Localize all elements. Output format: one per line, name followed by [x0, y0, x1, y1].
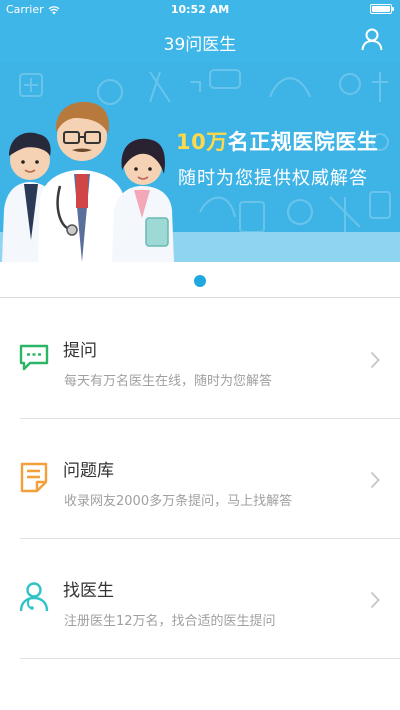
divider	[20, 658, 400, 659]
menu-item-question-bank[interactable]: 问题库 收录网友2000多万条提问，马上找解答	[0, 419, 400, 539]
menu-item-title: 问题库	[63, 461, 114, 481]
doctor-icon	[19, 582, 49, 612]
battery-icon	[370, 4, 394, 14]
status-time: 10:52 AM	[170, 3, 230, 16]
doctors-illustration	[2, 101, 174, 262]
chat-icon	[19, 344, 49, 371]
page-indicator	[0, 262, 400, 298]
menu-item-desc: 每天有万名医生在线，随时为您解答	[64, 374, 273, 389]
menu-item-desc: 注册医生12万名，找合适的医生提问	[64, 614, 276, 629]
menu-item-find-doctor[interactable]: 找医生 注册医生12万名，找合适的医生提问	[0, 539, 400, 659]
document-icon	[20, 462, 48, 493]
banner-headline-number: 10万	[176, 130, 228, 154]
header: Carrier 10:52 AM 39问医生	[0, 0, 400, 62]
page-dot-active[interactable]	[194, 275, 206, 287]
menu-item-title: 提问	[63, 341, 97, 361]
menu-item-ask[interactable]: 提问 每天有万名医生在线，随时为您解答	[0, 299, 400, 419]
user-icon[interactable]	[360, 27, 384, 51]
menu-item-desc: 收录网友2000多万条提问，马上找解答	[64, 494, 293, 509]
banner[interactable]: 10万名正规医院医生 随时为您提供权威解答	[0, 62, 400, 262]
banner-headline-text: 名正规医院医生	[227, 130, 379, 154]
main-menu: 提问 每天有万名医生在线，随时为您解答 问题库 收录网友2000多万条提问，马上…	[0, 299, 400, 659]
banner-headline: 10万名正规医院医生	[176, 126, 378, 156]
status-bar: Carrier 10:52 AM	[0, 0, 400, 20]
menu-item-title: 找医生	[63, 581, 114, 601]
chevron-right-icon	[370, 591, 380, 609]
page-title: 39问医生	[163, 35, 237, 55]
banner-subline: 随时为您提供权威解答	[178, 168, 368, 189]
chevron-right-icon	[370, 351, 380, 369]
chevron-right-icon	[370, 471, 380, 489]
